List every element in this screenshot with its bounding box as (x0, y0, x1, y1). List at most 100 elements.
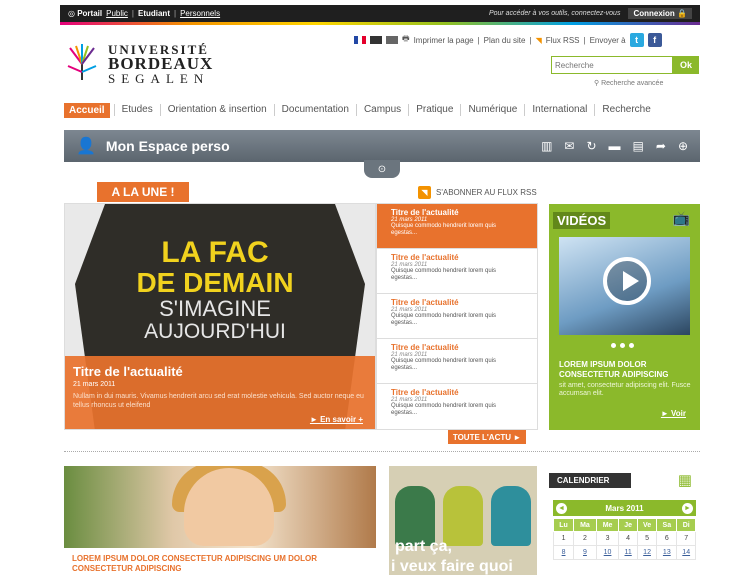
news-item[interactable]: Titre de l'actualité 21 mars 2011 Quisqu… (377, 384, 537, 429)
calendar-day-event[interactable]: 10 (595, 545, 620, 560)
calendar-day-event[interactable]: 8 (552, 545, 575, 560)
day-header: Sa (656, 518, 678, 532)
expand-tab[interactable]: ⊙ (364, 160, 400, 178)
featured-title[interactable]: Titre de l'actualité (73, 364, 369, 379)
calendar-day-event[interactable]: 14 (676, 545, 696, 560)
next-month-icon[interactable]: ► (681, 502, 693, 514)
featured-date: 21 mars 2011 (73, 381, 116, 388)
calendar-day[interactable]: 1 (552, 531, 575, 546)
facebook-icon[interactable]: f (647, 33, 662, 47)
flag-fr-icon[interactable] (354, 36, 366, 44)
link-etudiant[interactable]: Etudiant (138, 9, 170, 18)
calendar-day[interactable]: 7 (676, 531, 696, 546)
carousel-dots[interactable] (611, 343, 634, 348)
utility-links: 🖶 Imprimer la page | Plan du site | ◥ Flux… (354, 33, 662, 47)
news-text: Quisque commodo hendrerit lorem quis ege… (391, 268, 497, 281)
nav-documentation[interactable]: Documentation (273, 104, 356, 116)
news-title: Titre de l'actualité (391, 343, 459, 352)
document-icon[interactable]: ▤ (633, 139, 644, 153)
news-text: Quisque commodo hendrerit lorem quis ege… (391, 358, 497, 371)
chevron-down-icon: ⊙ (377, 163, 387, 175)
video-thumbnail[interactable] (559, 237, 690, 335)
portal-label: Portail (77, 9, 103, 18)
calendar-title: CALENDRIER (549, 473, 631, 488)
featured-news[interactable]: LA FAC DE DEMAIN S'IMAGINE AUJOURD'HUI T… (64, 203, 376, 430)
mail-icon[interactable]: ✉ (564, 139, 574, 153)
read-more-label: En savoir + (320, 415, 363, 424)
news-item[interactable]: Titre de l'actualité 21 mars 2011 Quisqu… (377, 204, 537, 249)
play-icon[interactable] (603, 257, 651, 305)
news-item[interactable]: Titre de l'actualité 21 mars 2011 Quisqu… (377, 294, 537, 339)
folder-icon[interactable]: ▬ (609, 139, 621, 153)
day-header: Di (676, 518, 696, 532)
calendar-day[interactable]: 5 (636, 531, 658, 546)
calendar-day-event[interactable]: 11 (618, 545, 638, 560)
calendar-day[interactable]: 6 (656, 531, 678, 546)
news-title: Titre de l'actualité (391, 253, 459, 262)
news-item[interactable]: Titre de l'actualité 21 mars 2011 Quisqu… (377, 249, 537, 294)
color-strip (60, 22, 700, 25)
personal-space-bar[interactable]: 👤 Mon Espace perso ▥ ✉ ↻ ▬ ▤ ➦ ⊕ (64, 130, 700, 162)
personal-tools: ▥ ✉ ↻ ▬ ▤ ➦ ⊕ (541, 139, 688, 153)
calendar-day[interactable]: 4 (618, 531, 638, 546)
share-link[interactable]: Envoyer à (590, 36, 626, 45)
shirt-line-4: AUJOURD'HUI (144, 320, 286, 343)
calendar-icon: ▦ (677, 472, 692, 489)
nav-international[interactable]: International (524, 104, 594, 116)
university-logo[interactable]: UNIVERSITÉ BORDEAUX SEGALEN (64, 40, 234, 88)
day-header: Ma (573, 518, 597, 532)
calendar-day-event[interactable]: 12 (636, 545, 658, 560)
add-icon[interactable]: ⊕ (678, 139, 688, 153)
advanced-search-label: Recherche avancée (601, 80, 664, 87)
promo-student-text[interactable]: LOREM IPSUM DOLOR CONSECTETUR ADIPISCING… (72, 554, 376, 574)
nav-etudes[interactable]: Etudes (113, 104, 160, 116)
link-personnels[interactable]: Personnels (180, 9, 220, 18)
calendar-day[interactable]: 2 (573, 531, 597, 546)
month-header: ◄ Mars 2011 ► (553, 500, 696, 516)
shirt-line-2: DE DEMAIN (136, 267, 293, 298)
video-title[interactable]: LOREM IPSUM DOLOR CONSECTETUR ADIPISCING (559, 360, 691, 380)
print-link[interactable]: Imprimer la page (414, 36, 474, 45)
lock-icon: 🔒 (677, 9, 687, 18)
search-ok-button[interactable]: Ok (673, 56, 699, 74)
login-button[interactable]: Connexion 🔒 (628, 8, 692, 19)
calendar-day-event[interactable]: 9 (573, 545, 597, 560)
video-more-link[interactable]: ► Voir (661, 409, 686, 418)
nav-orientation[interactable]: Orientation & insertion (159, 104, 274, 116)
promo-student[interactable]: LOREM IPSUM DOLOR CONSECTETUR ADIPISCING… (64, 466, 376, 575)
book-icon[interactable]: ▥ (541, 139, 552, 153)
calendar-day-event[interactable]: 13 (656, 545, 678, 560)
calendar-day[interactable]: 3 (595, 531, 620, 546)
rss-link[interactable]: Flux RSS (546, 36, 580, 45)
rss-subscribe[interactable]: ◥ S'ABONNER AU FLUX RSS (418, 186, 537, 199)
refresh-icon[interactable]: ↻ (586, 139, 596, 153)
globe-icon: ◎ (68, 9, 78, 18)
all-news-button[interactable]: TOUTE L'ACTU ► (448, 430, 526, 444)
export-icon[interactable]: ➦ (656, 139, 666, 153)
prev-month-icon[interactable]: ◄ (556, 502, 567, 514)
videos-title: VIDÉOS (553, 212, 611, 229)
nav-pratique[interactable]: Pratique (408, 104, 460, 116)
search-input[interactable] (551, 56, 673, 74)
nav-recherche[interactable]: Recherche (594, 104, 657, 116)
flag-es-icon[interactable] (386, 36, 398, 44)
print-icon[interactable]: 🖶 (402, 33, 410, 47)
videos-panel: VIDÉOS 📺 LOREM IPSUM DOLOR CONSECTETUR A… (549, 204, 700, 430)
rss-icon: ◥ (418, 186, 431, 199)
search-box: Ok (551, 56, 699, 74)
link-public[interactable]: Public (106, 9, 128, 18)
advanced-search-link[interactable]: ⚲ Recherche avancée (594, 79, 663, 87)
promo-3d[interactable]: part ça, i veux faire quoi (389, 466, 537, 575)
read-more-link[interactable]: ► En savoir + (310, 415, 363, 424)
logo-line-3: SEGALEN (108, 71, 210, 86)
portal-bar: ◎ Portail Public | Etudiant | Personnels P… (60, 5, 700, 22)
sitemap-link[interactable]: Plan du site (484, 36, 526, 45)
news-item[interactable]: Titre de l'actualité 21 mars 2011 Quisqu… (377, 339, 537, 384)
flag-uk-icon[interactable] (370, 36, 382, 44)
nav-campus[interactable]: Campus (355, 104, 408, 116)
news-title: Titre de l'actualité (391, 388, 459, 397)
day-header: Me (595, 518, 620, 532)
twitter-icon[interactable]: t (629, 33, 644, 47)
nav-numerique[interactable]: Numérique (460, 104, 524, 116)
nav-accueil[interactable]: Accueil (64, 102, 110, 118)
